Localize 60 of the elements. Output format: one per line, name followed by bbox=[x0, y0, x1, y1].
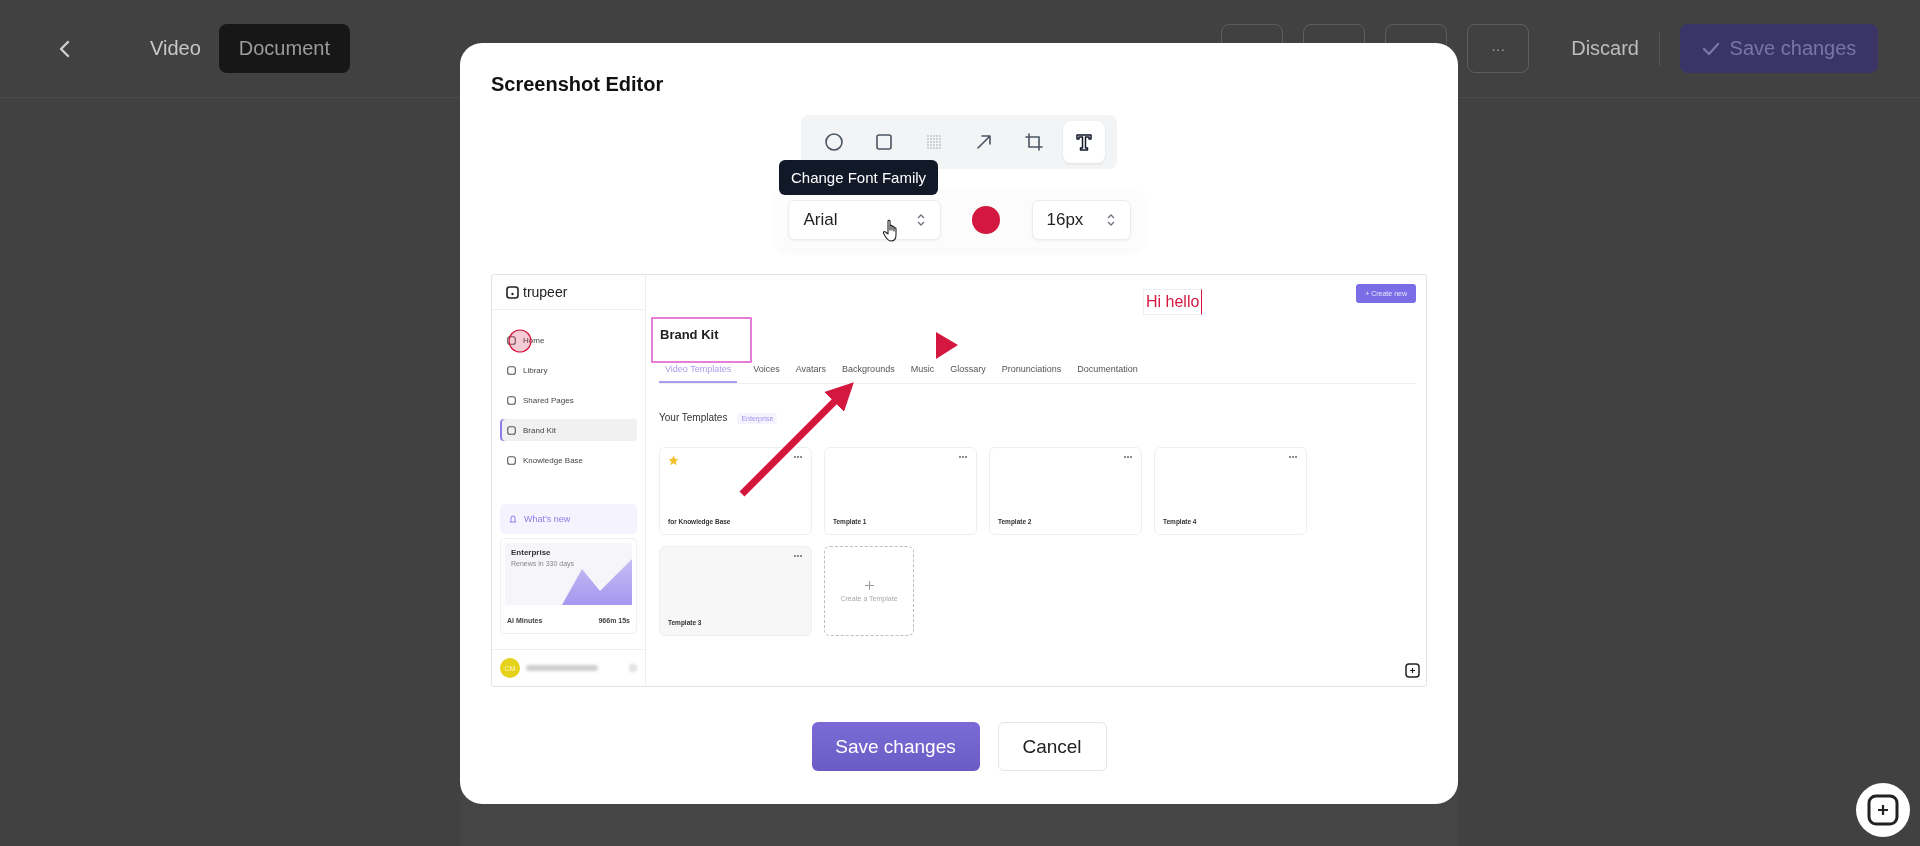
plan-name: Enterprise bbox=[511, 548, 552, 557]
discard-button[interactable]: Discard bbox=[1571, 37, 1639, 60]
font-size-select[interactable]: 16px bbox=[1031, 200, 1131, 240]
floating-add-button[interactable] bbox=[1856, 783, 1910, 837]
page-icon bbox=[507, 395, 516, 405]
more-icon[interactable] bbox=[1123, 455, 1133, 459]
section-title: Your Templates bbox=[659, 412, 728, 424]
triangle-annotation[interactable] bbox=[936, 332, 958, 359]
mode-tab[interactable]: Document bbox=[218, 24, 350, 73]
logo-icon bbox=[506, 285, 519, 299]
text-icon bbox=[1074, 132, 1094, 152]
plus-square-icon bbox=[1405, 663, 1420, 678]
crop-icon bbox=[1025, 133, 1043, 151]
bell-icon bbox=[508, 514, 518, 524]
sidebar-item[interactable]: Knowledge Base bbox=[500, 449, 637, 471]
page-icon bbox=[507, 335, 516, 345]
more-icon[interactable] bbox=[1288, 455, 1298, 459]
rectangle-annotation[interactable] bbox=[651, 317, 752, 363]
dialog-title: Screenshot Editor bbox=[491, 72, 664, 96]
sidebar-item[interactable]: Brand Kit bbox=[500, 419, 637, 441]
more-icon[interactable] bbox=[958, 455, 968, 459]
blurred-email bbox=[526, 665, 598, 671]
square-icon bbox=[874, 132, 894, 152]
plus-square-icon bbox=[1866, 793, 1900, 827]
circle-icon bbox=[824, 132, 844, 152]
page-icon bbox=[507, 425, 516, 435]
tab[interactable]: Pronunciations bbox=[1001, 364, 1062, 383]
tab[interactable]: Glossary bbox=[950, 364, 986, 383]
sidebar-item[interactable]: Shared Pages bbox=[500, 389, 637, 411]
tab[interactable]: Avatars bbox=[795, 364, 827, 383]
page-icon bbox=[507, 455, 516, 465]
cancel-button[interactable]: Cancel bbox=[997, 722, 1107, 771]
dot-grid-icon bbox=[926, 134, 942, 150]
arrow-annotation[interactable] bbox=[739, 382, 854, 497]
text-annotation[interactable]: Hi hello bbox=[1143, 289, 1203, 315]
page-heading: Brand Kit bbox=[659, 327, 720, 343]
page-icon bbox=[507, 365, 516, 375]
chevron-up-down-icon bbox=[915, 213, 926, 227]
sidebar-item[interactable]: Library bbox=[500, 359, 637, 381]
tab[interactable]: Voices bbox=[753, 364, 780, 383]
color-swatch[interactable] bbox=[971, 206, 1000, 234]
more-icon[interactable] bbox=[793, 455, 803, 459]
hand-cursor-icon bbox=[881, 219, 900, 243]
more-icon[interactable] bbox=[793, 554, 803, 558]
mode-tab[interactable]: Video bbox=[134, 24, 217, 73]
arrow-icon bbox=[975, 133, 993, 151]
tab[interactable]: Documentation bbox=[1077, 364, 1138, 383]
font-family-select[interactable]: Arial bbox=[787, 200, 941, 240]
more-button[interactable]: ··· bbox=[1467, 24, 1530, 73]
logo-text: trupeer bbox=[523, 284, 568, 300]
chevron-up-down-icon bbox=[1105, 213, 1116, 227]
chevron-left-icon bbox=[58, 38, 72, 59]
blurred-icon bbox=[629, 664, 637, 672]
plus-icon bbox=[864, 580, 874, 590]
tab[interactable]: Music bbox=[910, 364, 935, 383]
check-icon bbox=[1701, 41, 1720, 56]
tooltip: Change Font Family bbox=[779, 160, 939, 195]
text-tool-button[interactable] bbox=[1063, 121, 1105, 163]
tab[interactable]: Backgrounds bbox=[842, 364, 895, 383]
save-changes-button[interactable]: Save changes bbox=[811, 722, 980, 771]
